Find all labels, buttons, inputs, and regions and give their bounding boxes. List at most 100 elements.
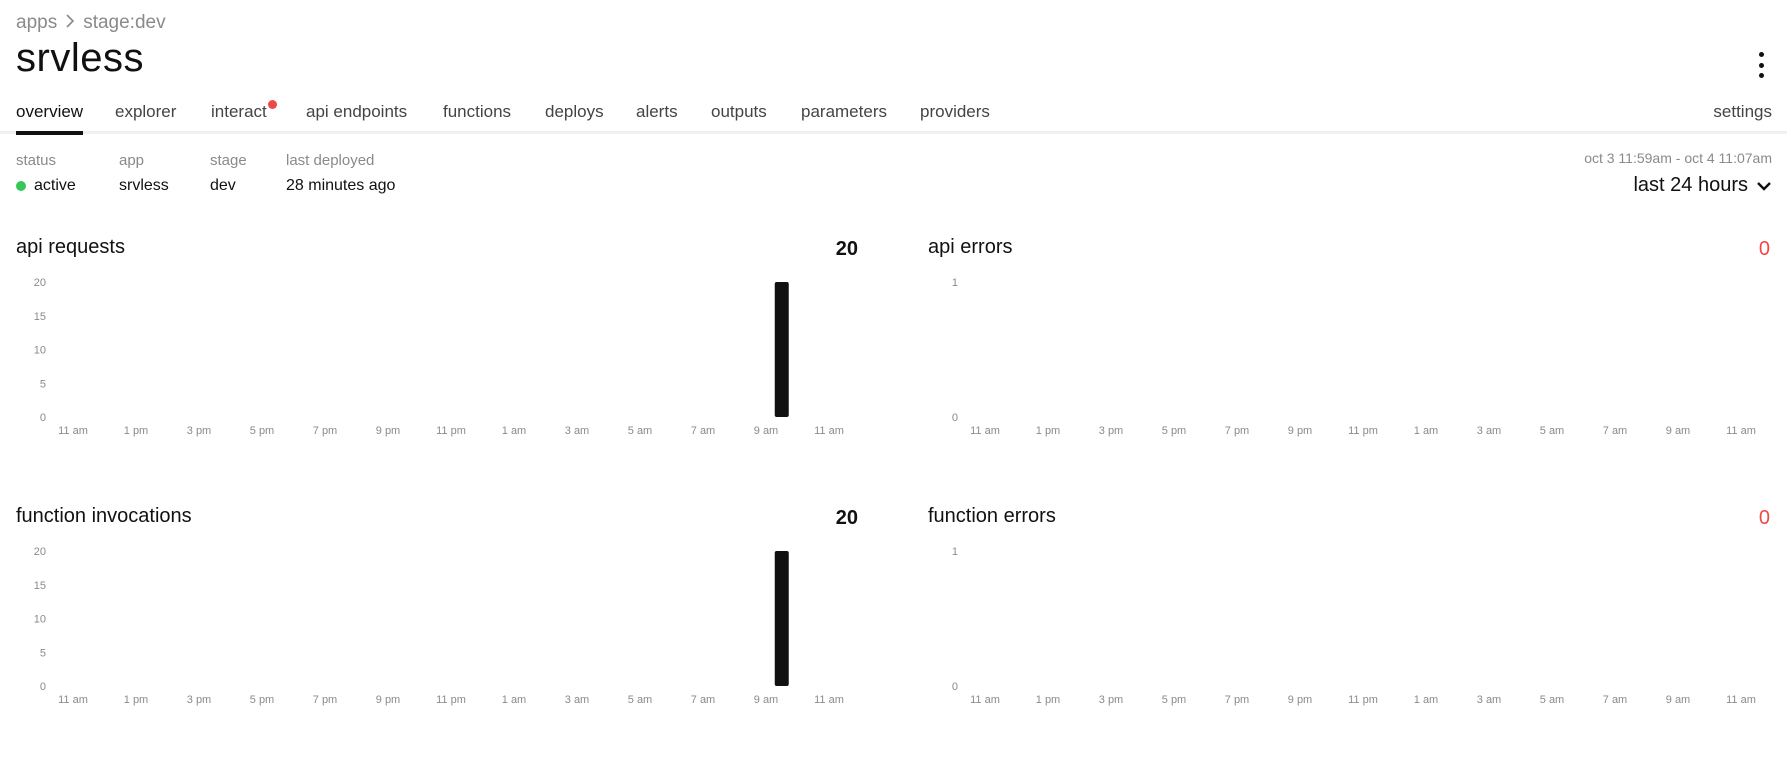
panel-total: 0 <box>1758 507 1770 529</box>
y-tick-label: 15 <box>34 580 46 592</box>
tab-overview[interactable]: overview <box>16 102 84 135</box>
x-tick-label: 3 pm <box>1099 425 1123 437</box>
x-tick-label: 11 pm <box>1348 694 1378 706</box>
y-tick-label: 15 <box>34 311 46 323</box>
tab-explorer[interactable]: explorer <box>115 102 176 132</box>
x-tick-label: 1 am <box>502 694 526 706</box>
x-tick-label: 7 pm <box>313 425 337 437</box>
x-tick-label: 3 pm <box>1099 694 1123 706</box>
tab-outputs[interactable]: outputs <box>711 102 767 132</box>
x-tick-label: 11 am <box>1726 694 1756 706</box>
x-tick-label: 5 pm <box>1162 425 1186 437</box>
x-tick-label: 11 pm <box>1348 425 1378 437</box>
x-tick-label: 9 am <box>754 694 778 706</box>
time-range-dropdown[interactable]: last 24 hours <box>1633 174 1772 197</box>
x-tick-label: 9 pm <box>1288 694 1312 706</box>
panel-api-errors: api errors 0 0 1 11 am 1 pm 3 pm 5 pm 7 pm 9 pm… <box>928 236 1770 466</box>
tab-interact[interactable]: interact <box>211 100 277 132</box>
x-tick-label: 7 pm <box>1225 425 1249 437</box>
breadcrumb-item-stage[interactable]: stage:dev <box>83 12 165 34</box>
x-tick-label: 5 am <box>1540 425 1564 437</box>
x-tick-label: 5 pm <box>250 425 274 437</box>
x-tick-label: 3 am <box>1477 694 1501 706</box>
x-tick-label: 3 pm <box>187 425 211 437</box>
meta-status: status active <box>16 152 76 195</box>
panel-title: function errors <box>928 505 1056 527</box>
y-tick-label: 5 <box>40 647 46 659</box>
panel-title: function invocations <box>16 505 192 527</box>
function-invocations-chart: 0 5 10 15 20 11 am 1 pm 3 pm 5 pm 7 pm 9 pm 11 pm 1 … <box>34 546 844 706</box>
panel-title: api requests <box>16 236 125 258</box>
page-title: srvless <box>16 36 144 80</box>
api-errors-chart: 0 1 11 am 1 pm 3 pm 5 pm 7 pm 9 pm 11 pm 1 am 3 am… <box>952 277 1756 437</box>
x-tick-label: 5 pm <box>250 694 274 706</box>
tab-alerts[interactable]: alerts <box>636 102 678 132</box>
y-tick-label: 5 <box>40 378 46 390</box>
x-tick-label: 5 am <box>628 425 652 437</box>
y-tick-label: 1 <box>952 546 958 558</box>
meta-stage: stage dev <box>210 152 247 195</box>
tab-parameters[interactable]: parameters <box>801 102 887 132</box>
y-tick-label: 0 <box>40 681 46 693</box>
function-errors-chart: 0 1 11 am 1 pm 3 pm 5 pm 7 pm 9 pm 11 pm 1 am 3 am… <box>952 546 1756 706</box>
x-tick-label: 7 am <box>1603 694 1627 706</box>
y-tick-label: 20 <box>34 546 46 558</box>
notification-dot-icon <box>267 100 277 109</box>
x-tick-label: 5 am <box>628 694 652 706</box>
x-tick-label: 5 am <box>1540 694 1564 706</box>
tab-bar: overview explorer interact api endpoints… <box>0 100 1787 135</box>
x-tick-label: 9 pm <box>1288 425 1312 437</box>
stage-label: stage <box>210 152 247 169</box>
tab-settings[interactable]: settings <box>1713 102 1772 132</box>
more-options-icon[interactable] <box>1757 52 1765 78</box>
x-tick-label: 5 pm <box>1162 694 1186 706</box>
x-tick-label: 11 am <box>58 694 88 706</box>
x-tick-label: 9 pm <box>376 425 400 437</box>
y-tick-label: 0 <box>952 681 958 693</box>
x-tick-label: 7 pm <box>1225 694 1249 706</box>
status-badge: active <box>16 177 76 195</box>
x-tick-label: 7 am <box>691 425 715 437</box>
time-range-subtitle: oct 3 11:59am - oct 4 11:07am <box>1584 150 1772 166</box>
tab-functions[interactable]: functions <box>443 102 511 132</box>
panel-title: api errors <box>928 236 1013 258</box>
panel-total: 0 <box>1758 238 1770 260</box>
status-dot-icon <box>16 181 26 191</box>
tab-deploys[interactable]: deploys <box>545 102 604 132</box>
y-tick-label: 20 <box>34 277 46 289</box>
x-tick-label: 1 pm <box>1036 694 1060 706</box>
x-tick-label: 3 am <box>565 425 589 437</box>
y-tick-label: 1 <box>952 277 958 289</box>
y-tick-label: 0 <box>40 412 46 424</box>
last-deployed-value: 28 minutes ago <box>286 177 396 194</box>
x-tick-label: 1 am <box>502 425 526 437</box>
tab-api-endpoints[interactable]: api endpoints <box>306 102 407 132</box>
x-tick-label: 11 pm <box>436 694 466 706</box>
x-tick-label: 7 am <box>691 694 715 706</box>
x-tick-label: 3 am <box>565 694 589 706</box>
tab-providers[interactable]: providers <box>920 102 990 132</box>
x-tick-label: 3 am <box>1477 425 1501 437</box>
status-value: active <box>34 177 76 194</box>
x-tick-label: 3 pm <box>187 694 211 706</box>
panel-function-invocations: function invocations 20 0 5 10 15 20 11 am 1 p… <box>16 505 858 735</box>
y-tick-label: 0 <box>952 412 958 424</box>
y-tick-label: 10 <box>34 345 46 357</box>
chart-bar <box>774 551 789 686</box>
x-tick-label: 11 am <box>970 425 1000 437</box>
breadcrumb: apps stage:dev <box>16 12 166 34</box>
breadcrumb-item-apps[interactable]: apps <box>16 12 57 34</box>
app-value: srvless <box>119 177 169 194</box>
x-tick-label: 1 am <box>1414 425 1438 437</box>
time-range-value: last 24 hours <box>1633 174 1748 196</box>
x-tick-label: 1 pm <box>124 694 148 706</box>
chevron-down-icon <box>1756 174 1772 197</box>
meta-last-deployed: last deployed 28 minutes ago <box>286 152 395 195</box>
stage-value: dev <box>210 177 236 194</box>
x-tick-label: 9 am <box>754 425 778 437</box>
x-tick-label: 11 am <box>814 425 844 437</box>
x-tick-label: 11 am <box>58 425 88 437</box>
x-tick-label: 9 am <box>1666 694 1690 706</box>
x-tick-label: 9 pm <box>376 694 400 706</box>
x-tick-label: 1 pm <box>124 425 148 437</box>
